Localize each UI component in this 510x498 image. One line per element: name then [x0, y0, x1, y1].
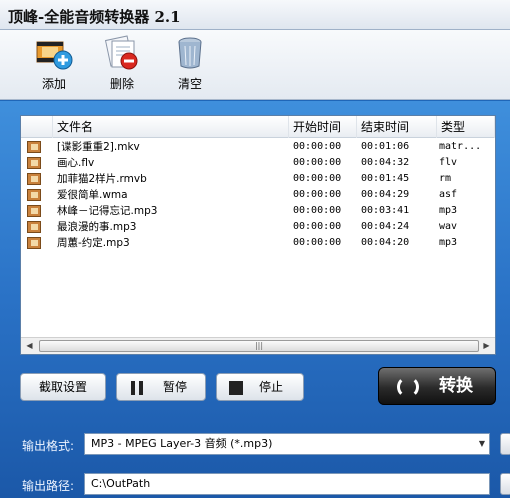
film-file-icon [27, 189, 41, 201]
start-time: 00:00:00 [293, 173, 342, 184]
title-bar: 顶峰-全能音频转换器 2.1 [0, 0, 510, 30]
start-time: 00:00:00 [293, 205, 342, 216]
list-item[interactable]: 周蕙-约定.mp3 00:00:00 00:04:20 mp3 [21, 235, 495, 251]
output-format-select[interactable]: MP3 - MPEG Layer-3 音频 (*.mp3) ▼ [84, 433, 490, 455]
convert-label: 转换 [439, 376, 473, 396]
start-time: 00:00:00 [293, 141, 342, 152]
clear-bin-icon [178, 37, 202, 69]
delete-label: 删除 [109, 77, 134, 91]
list-item[interactable]: 最浪漫的事.mp3 00:00:00 00:04:24 wav [21, 219, 495, 235]
file-type: rm [439, 173, 452, 184]
output-format-value: MP3 - MPEG Layer-3 音频 (*.mp3) [91, 437, 273, 450]
file-list[interactable]: 文件名 开始时间 结束时间 类型 [谍影重重2].mkv 00:00:00 00… [20, 115, 496, 355]
browse-path-button[interactable] [500, 473, 510, 495]
header-type[interactable]: 类型 [437, 116, 495, 138]
window-title: 顶峰-全能音频转换器 2.1 [8, 8, 181, 26]
start-time: 00:00:00 [293, 157, 342, 168]
delete-button[interactable]: 删除 [94, 34, 150, 96]
film-file-icon [27, 141, 41, 153]
file-name: 爱很简单.wma [57, 189, 128, 201]
header-icon-col [21, 116, 53, 138]
clear-label: 清空 [177, 77, 202, 91]
format-settings-button[interactable] [500, 433, 510, 455]
start-time: 00:00:00 [293, 221, 342, 232]
stop-icon [229, 381, 243, 395]
header-filename[interactable]: 文件名 [53, 116, 289, 138]
pause-button[interactable]: 暂停 [116, 373, 206, 401]
toolbar: 添加 删除 清空 [0, 30, 510, 100]
file-type: mp3 [439, 205, 458, 216]
list-item[interactable]: 爱很简单.wma 00:00:00 00:04:29 asf [21, 187, 495, 203]
file-name: 最浪漫的事.mp3 [57, 221, 137, 233]
refresh-icon [397, 376, 419, 398]
output-path-field[interactable]: C:\OutPath [84, 473, 490, 495]
file-name: 加菲猫2样片.rmvb [57, 173, 147, 185]
horizontal-scrollbar[interactable]: ◀ ||| ▶ [21, 337, 495, 354]
start-time: 00:00:00 [293, 189, 342, 200]
convert-button[interactable]: 转换 [378, 367, 496, 405]
file-type: matr... [439, 141, 482, 152]
list-item[interactable]: 林峰－记得忘记.mp3 00:00:00 00:03:41 mp3 [21, 203, 495, 219]
file-name: 周蕙-约定.mp3 [57, 237, 130, 249]
end-time: 00:04:20 [361, 237, 410, 248]
end-time: 00:03:41 [361, 205, 410, 216]
stop-button[interactable]: 停止 [216, 373, 304, 401]
output-path-value: C:\OutPath [91, 477, 151, 490]
end-time: 00:01:45 [361, 173, 410, 184]
film-file-icon [27, 237, 41, 249]
end-time: 00:04:32 [361, 157, 410, 168]
pause-icon [131, 381, 143, 395]
delete-doc-icon [104, 35, 138, 70]
clip-settings-label: 截取设置 [38, 380, 87, 394]
end-time: 00:01:06 [361, 141, 410, 152]
file-name: 画心.flv [57, 157, 95, 169]
end-time: 00:04:24 [361, 221, 410, 232]
film-file-icon [27, 205, 41, 217]
end-time: 00:04:29 [361, 189, 410, 200]
main-panel: 文件名 开始时间 结束时间 类型 [谍影重重2].mkv 00:00:00 00… [0, 101, 510, 498]
file-name: 林峰－记得忘记.mp3 [57, 205, 158, 217]
film-file-icon [27, 221, 41, 233]
file-name: [谍影重重2].mkv [57, 141, 140, 153]
add-button[interactable]: 添加 [26, 34, 82, 96]
film-file-icon [27, 157, 41, 169]
file-type: asf [439, 189, 458, 200]
list-header: 文件名 开始时间 结束时间 类型 [21, 116, 495, 138]
add-label: 添加 [41, 77, 66, 91]
add-film-icon [36, 41, 73, 70]
file-type: flv [439, 157, 458, 168]
header-end-time[interactable]: 结束时间 [357, 116, 437, 138]
scroll-right-icon[interactable]: ▶ [478, 338, 495, 354]
scroll-left-icon[interactable]: ◀ [21, 338, 38, 354]
list-item[interactable]: 加菲猫2样片.rmvb 00:00:00 00:01:45 rm [21, 171, 495, 187]
clear-button[interactable]: 清空 [162, 34, 218, 96]
file-type: wav [439, 221, 458, 232]
film-file-icon [27, 173, 41, 185]
start-time: 00:00:00 [293, 237, 342, 248]
clip-settings-button[interactable]: 截取设置 [20, 373, 106, 401]
list-rows: [谍影重重2].mkv 00:00:00 00:01:06 matr... 画心… [21, 139, 495, 251]
pause-label: 暂停 [163, 380, 188, 394]
list-item[interactable]: 画心.flv 00:00:00 00:04:32 flv [21, 155, 495, 171]
chevron-down-icon[interactable]: ▼ [479, 434, 485, 454]
file-type: mp3 [439, 237, 458, 248]
header-start-time[interactable]: 开始时间 [289, 116, 357, 138]
scroll-thumb[interactable]: ||| [39, 340, 479, 352]
list-item[interactable]: [谍影重重2].mkv 00:00:00 00:01:06 matr... [21, 139, 495, 155]
stop-label: 停止 [259, 380, 284, 394]
output-format-label: 输出格式: [22, 439, 75, 453]
output-path-label: 输出路径: [22, 479, 75, 493]
